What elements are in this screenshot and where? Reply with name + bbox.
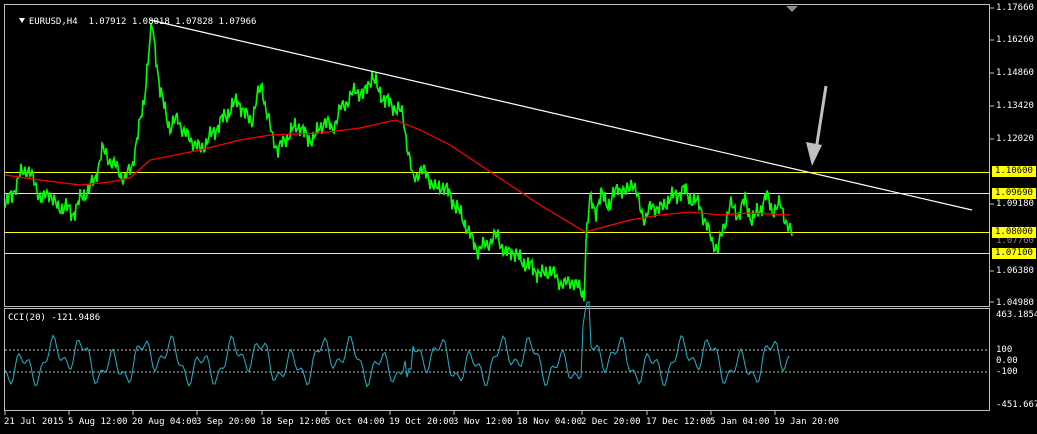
price-axis-label: 1.09180 [996, 199, 1034, 209]
cci-axis-label: -100 [996, 367, 1018, 377]
descending-trendline [149, 19, 973, 211]
cci-axis-label: 0.00 [996, 356, 1018, 366]
time-axis-label: 18 Sep 12:00 [261, 417, 327, 427]
symbol-label: EURUSD,H4 [28, 17, 78, 27]
ohlc-values: 1.07912 1.08018 1.07828 1.07966 [88, 17, 257, 27]
time-axis-label: 3 Nov 12:00 [453, 417, 513, 427]
level-label-1-08000: 1.08000 [992, 227, 1036, 238]
time-axis-label: 5 Jan 04:00 [710, 417, 770, 427]
time-axis-label: 20 Aug 04:00 [132, 417, 198, 427]
time-axis-label: 21 Jul 2015 [4, 417, 64, 427]
level-label-1-09690: 1.09690 [992, 188, 1036, 199]
price-axis-label: 1.16260 [996, 35, 1034, 45]
cci-title: CCI(20) -121.9486 [8, 313, 101, 323]
price-axis-label: 1.13420 [996, 101, 1034, 111]
symbol-header: EURUSD,H4 1.07912 1.08018 1.07828 1.0796… [8, 7, 256, 27]
dropdown-triangle-icon[interactable] [18, 18, 25, 23]
annotation-arrow-head [806, 142, 822, 166]
time-axis-label: 5 Oct 04:00 [325, 417, 385, 427]
time-axis-label: 3 Sep 20:00 [196, 417, 256, 427]
chart-drawing-layer [4, 6, 994, 415]
price-line [4, 22, 793, 302]
price-axis-label: 1.06380 [996, 266, 1034, 276]
moving-average-line [4, 119, 791, 233]
price-axis-label: 1.14860 [996, 68, 1034, 78]
level-label-1-10600: 1.10600 [992, 166, 1036, 177]
time-axis-label: 19 Jan 20:00 [774, 417, 840, 427]
price-axis-label: 1.04980 [996, 298, 1034, 308]
price-axis-label: 1.12020 [996, 134, 1034, 144]
time-axis-label: 5 Aug 12:00 [68, 417, 128, 427]
time-axis-label: 18 Nov 04:00 [517, 417, 583, 427]
time-axis-label: 19 Oct 20:00 [389, 417, 455, 427]
time-axis-label: 2 Dec 20:00 [581, 417, 641, 427]
level-label-1-07100: 1.07100 [992, 248, 1036, 259]
price-axis-label: 1.17660 [996, 3, 1034, 13]
cci-axis-label: 100 [996, 345, 1013, 355]
annotation-arrow-shaft [814, 85, 828, 151]
cci-line [4, 301, 790, 388]
cci-axis-label: 463.1854 [996, 310, 1037, 320]
cci-axis-label: -451.6679 [996, 400, 1037, 410]
time-axis-label: 17 Dec 12:00 [646, 417, 712, 427]
chart-shift-marker-icon [786, 6, 798, 12]
